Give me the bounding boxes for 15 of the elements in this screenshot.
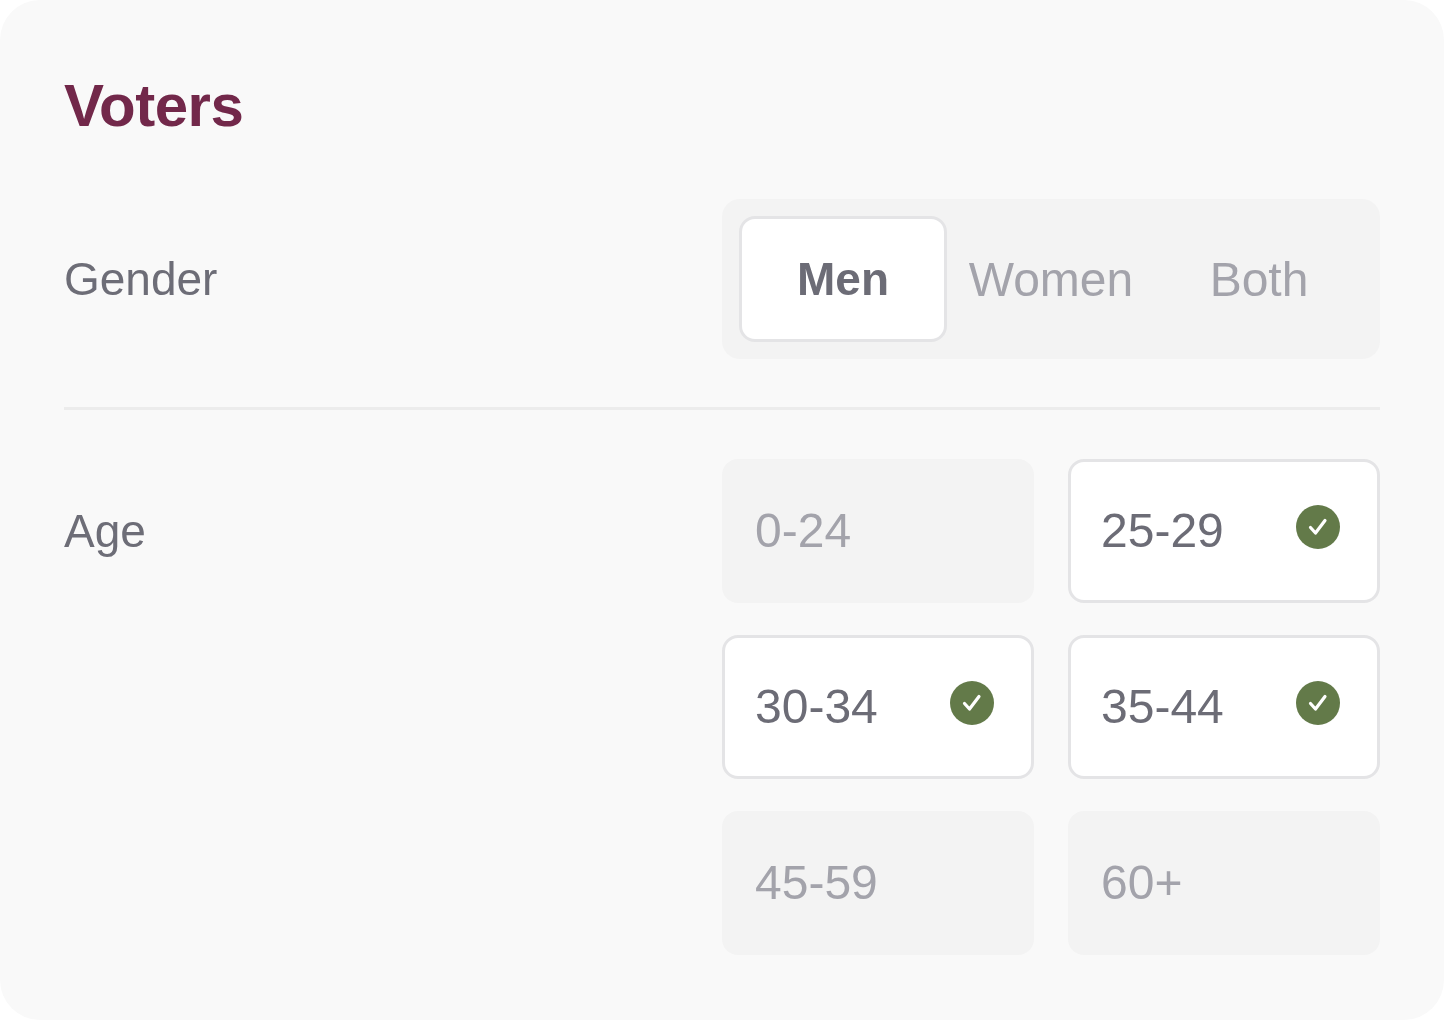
age-option[interactable]: 30-34 xyxy=(722,635,1034,779)
gender-option[interactable]: Women xyxy=(947,216,1155,342)
gender-option[interactable]: Both xyxy=(1155,216,1363,342)
age-option[interactable]: 60+ xyxy=(1068,811,1380,955)
check-icon xyxy=(1296,505,1340,549)
gender-option[interactable]: Men xyxy=(739,216,947,342)
age-option[interactable]: 35-44 xyxy=(1068,635,1380,779)
check-icon xyxy=(950,681,994,725)
age-option[interactable]: 25-29 xyxy=(1068,459,1380,603)
age-label: Age xyxy=(64,505,146,557)
age-option[interactable]: 45-59 xyxy=(722,811,1034,955)
age-option[interactable]: 0-24 xyxy=(722,459,1034,603)
gender-label: Gender xyxy=(64,253,218,305)
check-icon xyxy=(1296,681,1340,725)
card-title: Voters xyxy=(64,76,244,136)
